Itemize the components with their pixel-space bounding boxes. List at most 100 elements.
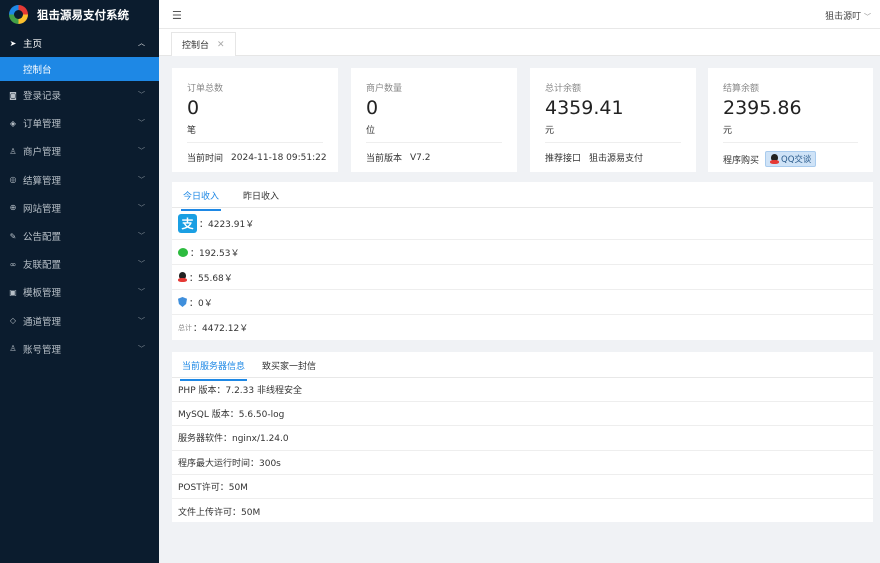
stat-card: 结算余额 2395.86 元程序购买 QQ交谈 [708, 68, 873, 172]
server-info-row: MySQL 版本：5.6.50-log [172, 402, 873, 427]
card-footer: 当前版本 V7.2 [366, 151, 431, 165]
account-icon: ♙ [9, 344, 17, 354]
card-footer: 当前时间 2024-11-18 09:51:22 [187, 151, 327, 165]
card-foot-value: 2024-11-18 09:51:22 [231, 152, 327, 163]
card-foot-label: 程序购买 [723, 155, 760, 166]
chevron-down-icon: ﹀ [138, 316, 145, 325]
card-unit: 元 [723, 126, 733, 136]
sidebar-item[interactable]: ◈ 订单管理 ﹀ [0, 109, 159, 137]
sidebar-item[interactable]: ◇ 通道管理 ﹀ [0, 307, 159, 335]
sidebar-item[interactable]: ♙ 账号管理 ﹀ [0, 335, 159, 363]
sidebar-item-label: 商户管理 [23, 147, 62, 159]
divider [723, 142, 858, 143]
card-footer: 程序购买 QQ交谈 [723, 151, 817, 167]
server-info-panel: 当前服务器信息 致买家一封信 PHP 版本：7.2.33 非线程安全 MySQL … [172, 352, 873, 522]
user-menu[interactable]: 狙击源叮 ﹀ [825, 9, 871, 22]
divider [187, 142, 323, 143]
tab-dashboard[interactable]: 控制台 ✕ [171, 32, 236, 56]
chevron-down-icon: ﹀ [864, 13, 871, 21]
chevron-down-icon: ﹀ [138, 91, 145, 100]
card-label: 结算余额 [723, 84, 760, 94]
sidebar-item-label: 账号管理 [23, 344, 62, 356]
total-icon: 总计 [178, 323, 192, 332]
income-value: ：0￥ [189, 298, 213, 309]
chevron-down-icon: ﹀ [138, 147, 145, 156]
qq-chat-button[interactable]: QQ交谈 [765, 151, 817, 167]
sidebar-item[interactable]: ▣ 模板管理 ﹀ [0, 278, 159, 306]
shield-icon [178, 297, 187, 307]
card-value: 2395.86 [723, 97, 802, 119]
app-title: 狙击源易支付系统 [37, 7, 129, 22]
sidebar-item-label: 友联配置 [23, 260, 62, 272]
card-unit: 位 [366, 126, 376, 136]
income-row-other: ：0￥ [172, 290, 873, 315]
sidebar-item[interactable]: ✎ 公告配置 ﹀ [0, 222, 159, 250]
qq-icon [770, 153, 780, 165]
sidebar-item[interactable]: ⊕ 网站管理 ﹀ [0, 194, 159, 222]
globe-icon: ⊕ [9, 203, 17, 213]
card-foot-label: 当前版本 [366, 154, 403, 164]
divider [366, 142, 502, 143]
stat-card: 商户数量 0 位当前版本 V7.2 [351, 68, 517, 172]
income-value: ：55.68￥ [189, 273, 233, 284]
sidebar-item[interactable]: ◎ 结算管理 ﹀ [0, 166, 159, 194]
sidebar-item[interactable]: ∞ 友联配置 ﹀ [0, 250, 159, 278]
tab-buyer-letter[interactable]: 致买家一封信 [262, 359, 316, 372]
stat-card: 订单总数 0 笔当前时间 2024-11-18 09:51:22 [172, 68, 338, 172]
server-info-row: 程序最大运行时间：300s [172, 451, 873, 475]
chevron-down-icon: ﹀ [138, 288, 145, 297]
tab-today-income[interactable]: 今日收入 [180, 189, 222, 211]
top-header: ☰ 狙击源叮 ﹀ [159, 0, 880, 29]
menu-toggle-icon[interactable]: ☰ [172, 9, 182, 22]
card-value: 0 [187, 97, 200, 119]
tab-yesterday-income[interactable]: 昨日收入 [243, 189, 279, 202]
sidebar-item-label: 订单管理 [23, 119, 62, 131]
box-icon: ◈ [9, 118, 17, 128]
card-label: 商户数量 [366, 84, 403, 94]
sidebar-item[interactable]: ◙ 登录记录 ﹀ [0, 81, 159, 109]
income-row-alipay: 支 ：4223.91￥ [172, 208, 873, 240]
chevron-down-icon: ﹀ [138, 203, 145, 212]
wechat-icon [178, 247, 188, 257]
sidebar-item-dashboard[interactable]: 控制台 [0, 57, 159, 81]
chevron-down-icon: ﹀ [138, 175, 145, 184]
sidebar-item[interactable]: ♙ 商户管理 ﹀ [0, 137, 159, 165]
card-foot-value: V7.2 [410, 152, 431, 163]
chevron-down-icon: ﹀ [138, 344, 145, 353]
qq-chat-label: QQ交谈 [781, 155, 812, 165]
sidebar-item-label: 模板管理 [23, 288, 62, 300]
alipay-icon: 支 [178, 214, 197, 233]
card-label: 总计余额 [545, 84, 582, 94]
server-tabs: 当前服务器信息 致买家一封信 [172, 352, 873, 381]
sidebar-item-home[interactable]: ➤ 主页 ︿ [0, 29, 159, 57]
logo-icon [9, 5, 28, 24]
user-name: 狙击源叮 [825, 12, 862, 22]
send-icon: ➤ [9, 38, 17, 48]
server-info-row: PHP 版本：7.2.33 非线程安全 [172, 378, 873, 403]
card-value: 0 [366, 97, 379, 119]
sidebar: 狙击源易支付系统 ➤ 主页 ︿ 控制台 ◙ 登录记录 ﹀ ◈ 订单管理 ﹀ ♙ 商户管理 ﹀ ◎ 结… [0, 0, 159, 563]
tab-bar: 控制台 ✕ [159, 29, 880, 56]
shield-icon: ◇ [9, 316, 17, 326]
sidebar-item-label: 公告配置 [23, 232, 62, 244]
sidebar-item-label: 网站管理 [23, 203, 62, 215]
chevron-down-icon: ﹀ [138, 119, 145, 128]
income-row-total: 总计 ：4472.12￥ [172, 315, 873, 340]
income-row-qq: ：55.68￥ [172, 265, 873, 290]
qq-icon [178, 271, 187, 283]
stat-card: 总计余额 4359.41 元推荐接口 狙击源易支付 [530, 68, 696, 172]
tab-server-info[interactable]: 当前服务器信息 [179, 359, 248, 381]
close-icon[interactable]: ✕ [217, 40, 225, 50]
income-value: ：4472.12￥ [193, 324, 249, 334]
template-icon: ▣ [9, 287, 17, 297]
sidebar-item-label: 通道管理 [23, 316, 62, 328]
pen-icon: ✎ [9, 231, 17, 241]
card-foot-label: 推荐接口 [545, 154, 582, 164]
brand: 狙击源易支付系统 [0, 0, 159, 29]
server-info-row: 服务器软件：nginx/1.24.0 [172, 426, 873, 451]
income-tabs: 今日收入 昨日收入 [172, 182, 873, 211]
chevron-down-icon: ﹀ [138, 260, 145, 269]
income-row-wechat: ：192.53￥ [172, 240, 873, 265]
chevron-up-icon: ︿ [138, 39, 145, 47]
income-value: ：4223.91￥ [199, 220, 255, 230]
